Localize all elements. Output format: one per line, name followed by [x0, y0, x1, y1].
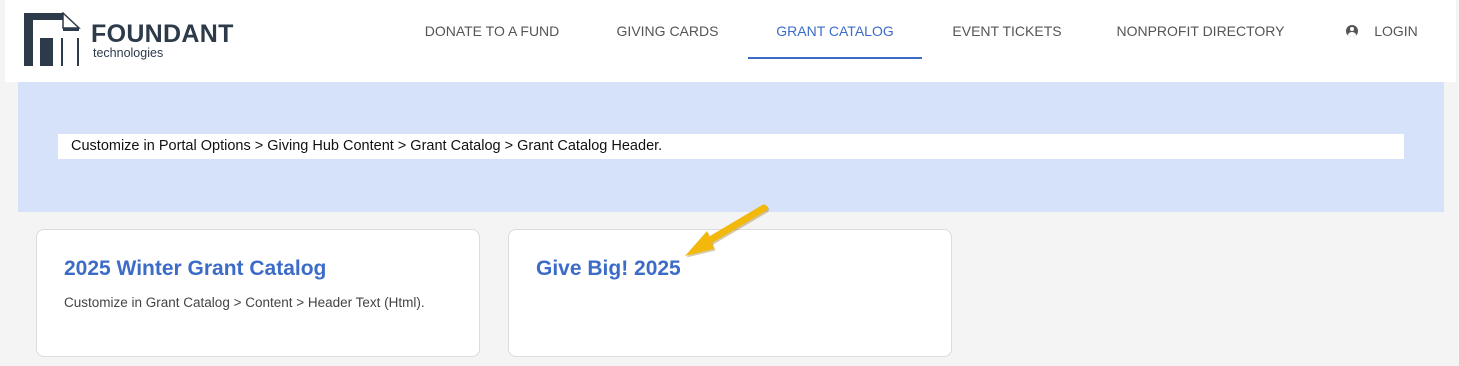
nav-giving-cards[interactable]: GIVING CARDS — [605, 0, 730, 62]
catalog-card-title[interactable]: Give Big! 2025 — [536, 257, 681, 281]
catalog-card-description: Customize in Grant Catalog > Content > H… — [64, 295, 425, 310]
login-label: LOGIN — [1374, 23, 1418, 39]
login-button[interactable]: LOGIN — [1327, 0, 1437, 62]
brand-subtitle: technologies — [93, 46, 164, 60]
catalog-header-banner: Customize in Portal Options > Giving Hub… — [18, 82, 1444, 212]
catalog-header-text: Customize in Portal Options > Giving Hub… — [58, 134, 1404, 159]
nav-event-tickets[interactable]: EVENT TICKETS — [935, 0, 1079, 62]
catalog-card-title[interactable]: 2025 Winter Grant Catalog — [64, 257, 326, 281]
nav-donate-to-a-fund[interactable]: DONATE TO A FUND — [397, 0, 587, 62]
user-circle-icon — [1346, 25, 1359, 37]
foundant-logo-icon — [24, 12, 81, 66]
nav-nonprofit-directory[interactable]: NONPROFIT DIRECTORY — [1103, 0, 1298, 62]
page: FOUNDANT technologies DONATE TO A FUND G… — [0, 0, 1459, 366]
nav-grant-catalog[interactable]: GRANT CATALOG — [748, 0, 922, 62]
top-header: FOUNDANT technologies DONATE TO A FUND G… — [5, 0, 1456, 82]
active-tab-indicator — [748, 57, 922, 59]
brand-name: FOUNDANT — [91, 20, 234, 48]
catalog-card[interactable]: 2025 Winter Grant Catalog Customize in G… — [36, 229, 480, 357]
logo[interactable]: FOUNDANT technologies — [23, 12, 253, 68]
arrow-annotation-icon — [685, 204, 769, 258]
